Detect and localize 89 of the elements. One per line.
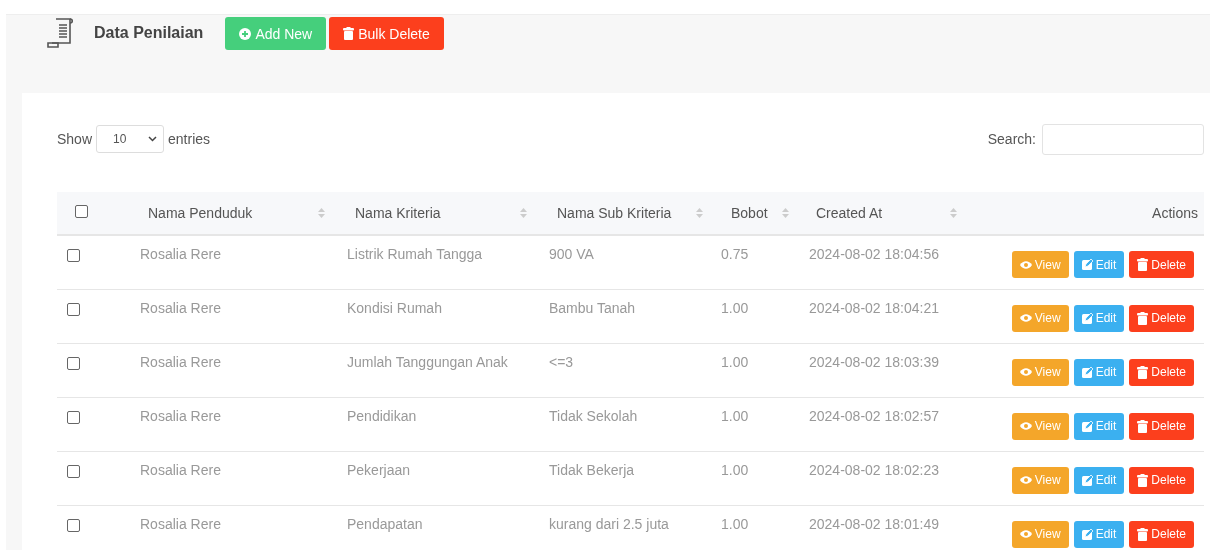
column-header[interactable]: Nama Kriteria bbox=[355, 205, 441, 221]
table-cell: 1.00 bbox=[721, 407, 749, 424]
checkbox[interactable] bbox=[75, 205, 88, 218]
table-cell: 2024-08-02 18:02:57 bbox=[809, 407, 939, 424]
search-label: Search: bbox=[987, 131, 1036, 147]
entries-label: entries bbox=[168, 131, 211, 147]
table-cell: Rosalia Rere bbox=[140, 461, 221, 478]
column-header: Actions bbox=[1152, 205, 1198, 221]
delete-button[interactable]: Delete bbox=[1129, 304, 1194, 332]
edit-icon bbox=[1081, 312, 1093, 324]
view-button[interactable]: View bbox=[1011, 251, 1069, 278]
checkbox[interactable] bbox=[67, 410, 80, 424]
column-header[interactable]: Created At bbox=[816, 205, 883, 221]
checkbox[interactable] bbox=[67, 249, 80, 262]
table-cell: <=3 bbox=[549, 353, 574, 370]
table-cell: 2024-08-02 18:02:23 bbox=[809, 461, 939, 478]
page-title: Data Penilaian bbox=[94, 24, 204, 42]
edit-button[interactable]: Edit bbox=[1073, 358, 1125, 386]
delete-button[interactable]: Delete bbox=[1129, 358, 1194, 386]
show-label: Show bbox=[57, 131, 93, 147]
table-cell: Rosalia Rere bbox=[140, 515, 221, 532]
checkbox[interactable] bbox=[67, 302, 80, 316]
eye-icon bbox=[1019, 530, 1032, 538]
delete-button[interactable]: Delete bbox=[1129, 251, 1194, 278]
chevron-down-icon bbox=[148, 136, 158, 142]
table-cell: 900 VA bbox=[549, 246, 594, 262]
delete-button[interactable]: Delete bbox=[1129, 520, 1194, 548]
table-cell: 1.00 bbox=[721, 461, 749, 478]
edit-button[interactable]: Edit bbox=[1073, 304, 1125, 332]
edit-icon bbox=[1081, 420, 1093, 432]
table-cell: Tidak Sekolah bbox=[549, 407, 638, 424]
edit-icon bbox=[1081, 366, 1093, 378]
trash-icon bbox=[1137, 311, 1149, 325]
edit-icon bbox=[1081, 259, 1093, 270]
delete-button[interactable]: Delete bbox=[1129, 466, 1194, 494]
table-cell: 1.00 bbox=[721, 515, 749, 532]
table-cell: Rosalia Rere bbox=[140, 353, 221, 370]
edit-button[interactable]: Edit bbox=[1073, 520, 1125, 548]
trash-icon bbox=[1137, 365, 1149, 379]
trash-icon bbox=[1137, 258, 1149, 271]
view-button[interactable]: View bbox=[1011, 412, 1069, 440]
eye-icon bbox=[1019, 476, 1032, 484]
table-cell: 2024-08-02 18:04:56 bbox=[809, 246, 939, 262]
table-cell: Listrik Rumah Tangga bbox=[347, 246, 483, 262]
eye-icon bbox=[1019, 368, 1032, 376]
table-cell: Kondisi Rumah bbox=[347, 299, 442, 316]
edit-button[interactable]: Edit bbox=[1073, 412, 1125, 440]
table-cell: Jumlah Tanggungan Anak bbox=[347, 353, 508, 370]
table-cell: 2024-08-02 18:04:21 bbox=[809, 299, 939, 316]
table-cell: Tidak Bekerja bbox=[549, 461, 635, 478]
view-button[interactable]: View bbox=[1011, 304, 1069, 332]
checkbox[interactable] bbox=[67, 464, 80, 478]
column-header[interactable]: Bobot bbox=[731, 205, 768, 221]
bulk-delete-button[interactable]: Bulk Delete bbox=[329, 17, 444, 50]
edit-button[interactable]: Edit bbox=[1073, 466, 1125, 494]
column-header[interactable]: Nama Penduduk bbox=[148, 205, 253, 221]
trash-icon bbox=[1137, 527, 1149, 541]
table-cell: Rosalia Rere bbox=[140, 246, 221, 262]
view-button[interactable]: View bbox=[1011, 466, 1069, 494]
table-cell: 1.00 bbox=[721, 299, 749, 316]
checkbox[interactable] bbox=[67, 518, 80, 532]
view-button[interactable]: View bbox=[1011, 358, 1069, 386]
table-cell: 2024-08-02 18:03:39 bbox=[809, 353, 939, 370]
table-cell: kurang dari 2.5 juta bbox=[549, 515, 669, 532]
table-cell: Bambu Tanah bbox=[549, 299, 636, 316]
table-cell: Pekerjaan bbox=[347, 461, 411, 478]
checkbox[interactable] bbox=[67, 356, 80, 370]
search-field[interactable] bbox=[1042, 123, 1204, 155]
eye-icon bbox=[1019, 422, 1032, 430]
plus-circle-icon bbox=[239, 27, 252, 40]
add-new-button[interactable]: Add New bbox=[225, 17, 327, 50]
trash-icon bbox=[1137, 419, 1149, 433]
trash-icon bbox=[343, 27, 355, 40]
table-cell: 0.75 bbox=[721, 246, 749, 262]
table-cell: 1.00 bbox=[721, 353, 749, 370]
trash-icon bbox=[1137, 473, 1149, 487]
eye-icon bbox=[1019, 314, 1032, 322]
edit-icon bbox=[1081, 474, 1093, 486]
delete-button[interactable]: Delete bbox=[1129, 412, 1194, 440]
table-cell: Pendapatan bbox=[347, 515, 423, 532]
edit-button[interactable]: Edit bbox=[1073, 251, 1125, 278]
table-cell: 2024-08-02 18:01:49 bbox=[809, 515, 939, 532]
table-cell: Rosalia Rere bbox=[140, 407, 221, 424]
view-button[interactable]: View bbox=[1011, 520, 1069, 548]
eye-icon bbox=[1019, 260, 1032, 269]
edit-icon bbox=[1081, 528, 1093, 540]
page-size-select[interactable]: 10 bbox=[96, 125, 165, 153]
table-cell: Rosalia Rere bbox=[140, 299, 221, 316]
table-cell: Pendidikan bbox=[347, 407, 417, 424]
